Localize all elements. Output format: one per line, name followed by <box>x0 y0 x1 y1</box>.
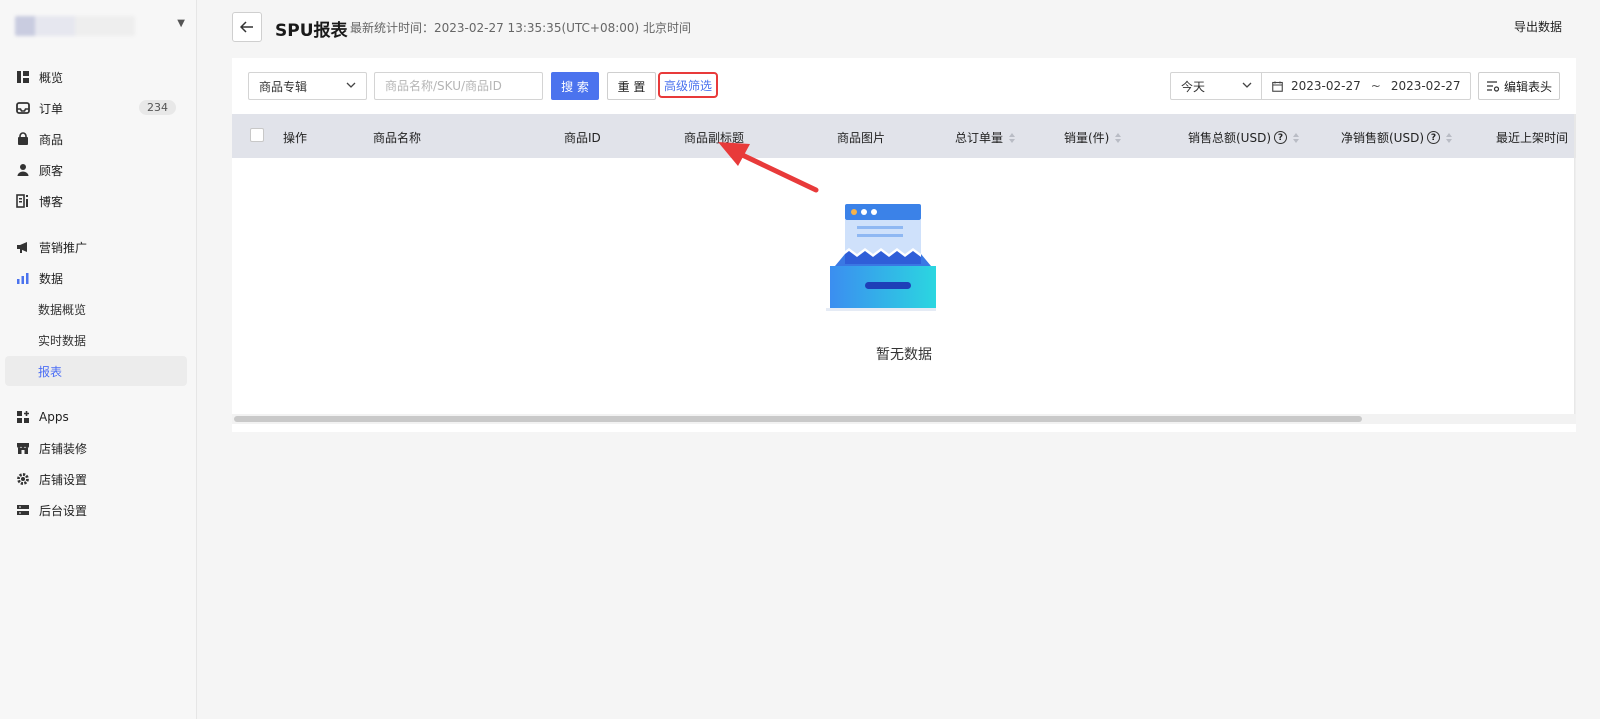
sidebar-item-marketing[interactable]: 营销推广 <box>5 232 187 262</box>
chevron-down-icon <box>1242 82 1252 88</box>
sidebar-item-label: 顾客 <box>39 163 64 178</box>
sort-icon <box>1293 132 1300 143</box>
arrow-left-icon <box>240 21 253 33</box>
blog-icon <box>16 194 28 208</box>
category-filter-value: 商品专辑 <box>259 79 308 94</box>
search-input[interactable] <box>374 72 543 100</box>
inbox-icon <box>16 102 30 114</box>
date-start: 2023-02-27 <box>1291 79 1361 93</box>
sidebar-item-label: 商品 <box>39 132 64 147</box>
sidebar-item-label: 数据 <box>39 271 64 286</box>
sidebar-item-label: 实时数据 <box>38 333 87 348</box>
column-header-total-orders[interactable]: 总订单量 <box>955 129 1016 146</box>
date-end: 2023-02-27 <box>1390 79 1461 93</box>
stat-time: 最新统计时间：2023-02-27 13:35:35(UTC+08:00) 北京… <box>350 21 692 35</box>
reset-button[interactable]: 重 置 <box>607 72 656 100</box>
gear-icon <box>17 473 29 485</box>
scrollbar-thumb[interactable] <box>234 416 1362 422</box>
annotation-arrow-icon <box>718 142 819 193</box>
sidebar-item-label: 店铺装修 <box>39 441 88 456</box>
store-name-blurred <box>15 16 135 36</box>
category-filter-select[interactable]: 商品专辑 <box>248 72 367 100</box>
megaphone-icon <box>17 242 27 253</box>
sidebar-item-label: 博客 <box>39 194 64 209</box>
sidebar-item-store-design[interactable]: 店铺装修 <box>5 433 187 463</box>
sidebar-item-products[interactable]: 商品 <box>5 124 187 154</box>
sidebar-item-label: 店铺设置 <box>39 472 88 487</box>
search-button[interactable]: 搜 索 <box>551 72 599 100</box>
sidebar-item-label: Apps <box>39 410 69 424</box>
report-panel: 商品专辑 搜 索 重 置 高级筛选 今天 2023-02-27 ~ 2023-0… <box>232 58 1576 432</box>
sidebar-item-label: 数据概览 <box>38 302 87 317</box>
sort-icon <box>1009 132 1016 143</box>
column-header-product-id: 商品ID <box>564 131 601 145</box>
sidebar-item-label: 营销推广 <box>39 240 88 255</box>
column-settings-icon <box>1486 81 1500 92</box>
sidebar-item-admin-settings[interactable]: 后台设置 <box>5 495 187 525</box>
sidebar-item-label: 后台设置 <box>39 503 88 518</box>
empty-text: 暂无数据 <box>876 347 932 363</box>
sidebar-item-label: 概览 <box>39 70 64 85</box>
column-header-action: 操作 <box>283 131 308 145</box>
export-data-button[interactable]: 导出数据 <box>1514 18 1562 35</box>
calendar-icon <box>1272 81 1283 92</box>
date-range-value: 今天 <box>1181 79 1206 94</box>
edit-columns-label: 编辑表头 <box>1503 79 1552 94</box>
sidebar-item-data-overview[interactable]: 数据概览 <box>5 294 187 324</box>
sidebar-item-store-settings[interactable]: 店铺设置 <box>5 464 187 494</box>
orders-count-badge: 234 <box>139 100 176 115</box>
chevron-down-icon <box>346 82 356 88</box>
server-icon <box>17 505 29 515</box>
sidebar-item-reports[interactable]: 报表 <box>5 356 187 386</box>
page-title: SPU报表 <box>275 21 348 41</box>
column-header-total-sales[interactable]: 销售总额(USD)? <box>1188 129 1300 146</box>
store-icon <box>17 443 29 454</box>
sidebar-item-realtime-data[interactable]: 实时数据 <box>5 325 187 355</box>
table-header: 操作 商品名称 商品ID 商品副标题 商品图片 总订单量 销量(件) 销售总额(… <box>232 114 1576 158</box>
date-separator: ~ <box>1370 79 1381 93</box>
sidebar-item-blog[interactable]: 博客 <box>5 186 187 216</box>
column-header-net-sales[interactable]: 净销售额(USD)? <box>1341 129 1453 146</box>
sidebar-item-overview[interactable]: 概览 <box>5 62 187 92</box>
sidebar: ▼ 概览 订单 234 商品 顾客 博客 营销推广 数据 数据概览 实时数据 报… <box>0 0 197 719</box>
column-header-last-listed: 最近上架时间 <box>1496 131 1569 145</box>
sidebar-item-orders[interactable]: 订单 234 <box>5 93 187 123</box>
horizontal-scrollbar[interactable] <box>232 414 1576 424</box>
help-icon[interactable]: ? <box>1427 131 1441 144</box>
sort-icon <box>1446 132 1453 143</box>
bag-icon <box>18 132 28 145</box>
sidebar-item-label: 订单 <box>39 101 64 116</box>
date-picker[interactable]: 2023-02-27 ~ 2023-02-27 <box>1261 72 1471 100</box>
apps-icon <box>17 411 29 423</box>
sidebar-item-customers[interactable]: 顾客 <box>5 155 187 185</box>
edit-columns-button[interactable]: 编辑表头 <box>1478 72 1560 100</box>
sidebar-item-apps[interactable]: Apps <box>5 402 187 432</box>
empty-box-icon <box>826 204 936 311</box>
sidebar-item-data[interactable]: 数据 <box>5 263 187 293</box>
sort-icon <box>1115 132 1122 143</box>
overview-icon <box>17 71 29 83</box>
column-header-product-name: 商品名称 <box>373 131 422 145</box>
sidebar-item-label: 报表 <box>38 364 63 379</box>
advanced-filter-button[interactable]: 高级筛选 <box>658 72 718 98</box>
column-header-sales-qty[interactable]: 销量(件) <box>1064 129 1122 146</box>
bar-chart-icon <box>17 273 29 284</box>
back-button[interactable] <box>232 12 262 42</box>
caret-down-icon: ▼ <box>177 18 185 29</box>
help-icon[interactable]: ? <box>1274 131 1288 144</box>
store-switcher[interactable]: ▼ <box>15 14 185 36</box>
select-all-checkbox[interactable] <box>250 128 264 142</box>
date-range-select[interactable]: 今天 <box>1170 72 1262 100</box>
person-icon <box>17 164 29 176</box>
column-header-product-image: 商品图片 <box>837 131 886 145</box>
empty-state: 暂无数据 <box>232 158 1576 414</box>
